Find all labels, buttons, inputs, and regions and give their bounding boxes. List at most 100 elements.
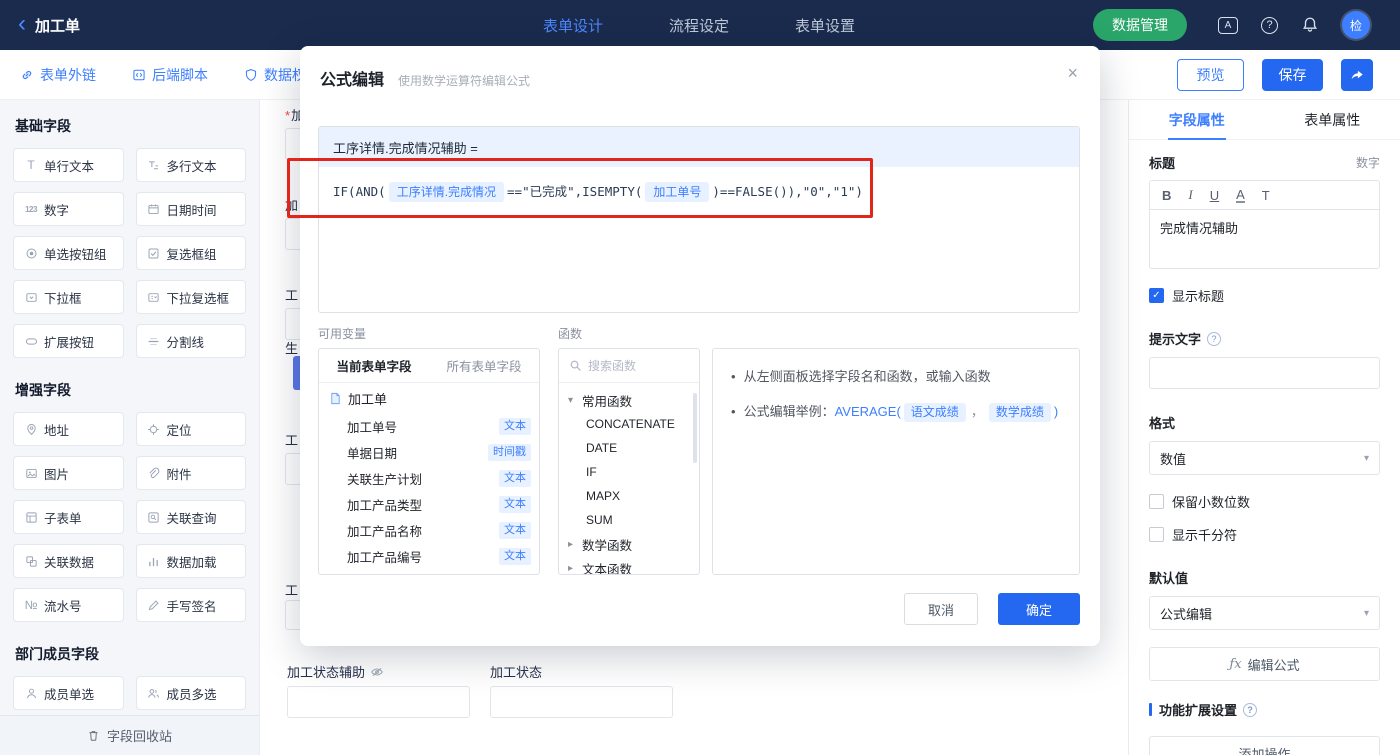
variable-item[interactable]: 加工产品名称 文本	[319, 517, 539, 543]
field-palette-item[interactable]: 复选框组	[135, 236, 246, 270]
toolbar-link[interactable]: 数据权	[244, 65, 306, 85]
hint-input[interactable]	[1149, 357, 1380, 389]
edit-formula-button[interactable]: ƒx 编辑公式	[1149, 647, 1380, 681]
keep-decimal-checkbox[interactable]	[1149, 494, 1164, 509]
single-line-text-icon: T	[27, 158, 35, 172]
toolbar-link-label: 后端脚本	[152, 67, 208, 83]
field-palette-label: 图片	[44, 467, 70, 482]
underline-button[interactable]: U	[1210, 188, 1219, 203]
bold-button[interactable]: B	[1162, 188, 1171, 203]
function-item[interactable]: CONCATENATE	[559, 412, 699, 436]
field-palette-item[interactable]: 下拉框	[13, 280, 124, 314]
function-group[interactable]: ▸ 文本函数	[559, 556, 699, 575]
function-group[interactable]: ▸ 数学函数	[559, 532, 699, 556]
app-root: ‹ 加工单 表单设计 流程设定 表单设置 数据管理 A ? 检 表单外链 后端脚本 数据…	[0, 0, 1400, 755]
field-token[interactable]: 工序详情.完成情况	[388, 182, 505, 202]
field-grid: 成员单选 成员多选	[13, 676, 246, 710]
function-item[interactable]: IF	[559, 460, 699, 484]
formula-input-area[interactable]: IF(AND(工序详情.完成情况 =="已完成",ISEMPTY(加工单号)==F…	[319, 167, 1079, 217]
field-palette-item[interactable]: T 单行文本	[13, 148, 124, 182]
field-palette-item[interactable]: 扩展按钮	[13, 324, 124, 358]
scrollbar-thumb[interactable]	[693, 393, 697, 463]
tab-field-properties[interactable]: 字段属性	[1129, 100, 1265, 139]
field-palette-item[interactable]: 下拉复选框	[135, 280, 246, 314]
format-select[interactable]: 数值 ▾	[1149, 441, 1380, 475]
variable-item[interactable]: 单据日期 时间戳	[319, 439, 539, 465]
add-action-button[interactable]: 添加操作	[1149, 736, 1380, 755]
variables-root-label: 加工单	[348, 391, 388, 407]
field-palette-item[interactable]: 多行文本	[135, 148, 246, 182]
field-palette-item[interactable]: 附件	[135, 456, 246, 490]
close-icon[interactable]: ×	[1067, 64, 1078, 82]
function-item[interactable]: MAPX	[559, 484, 699, 508]
confirm-button[interactable]: 确定	[998, 593, 1080, 625]
extension-help-icon[interactable]: ?	[1243, 702, 1258, 717]
field-token[interactable]: 加工单号	[645, 182, 710, 202]
eye-off-icon[interactable]	[370, 665, 384, 679]
field-palette-item[interactable]: 关联数据	[13, 544, 124, 578]
field-palette-item[interactable]: 数据加载	[135, 544, 246, 578]
field-label: 加工状态	[490, 665, 543, 680]
variables-tab[interactable]: 当前表单字段	[319, 349, 429, 382]
function-group[interactable]: ▾ 常用函数	[559, 388, 699, 412]
variables-tab[interactable]: 所有表单字段	[429, 349, 539, 382]
field-label-fragment: 工	[285, 433, 299, 448]
toolbar-link[interactable]: 后端脚本	[132, 65, 208, 85]
field-palette-item[interactable]: 成员单选	[13, 676, 124, 710]
variables-panel: 当前表单字段 所有表单字段 加工单 加工单号 文本 单据日期 时间戳 关联生产计划 文本 加工…	[318, 348, 540, 575]
preview-button[interactable]: 预览	[1177, 59, 1244, 91]
field-palette-item[interactable]: 地址	[13, 412, 124, 446]
chevron-down-icon: ▾	[568, 394, 574, 406]
title-textarea[interactable]: 完成情况辅助	[1149, 209, 1380, 269]
back-icon[interactable]: ‹	[18, 11, 26, 36]
field-palette-item[interactable]: 手写签名	[135, 588, 246, 622]
variable-item[interactable]: 加工单号 文本	[319, 413, 539, 439]
field-palette-label: 下拉框	[44, 291, 82, 306]
toolbar-link[interactable]: 表单外链	[20, 65, 96, 85]
save-button[interactable]: 保存	[1262, 59, 1323, 91]
hint-help-icon[interactable]: ?	[1207, 331, 1222, 346]
keep-decimal-label: 保留小数位数	[1172, 495, 1251, 510]
field-palette-item[interactable]: № 流水号	[13, 588, 124, 622]
function-search-input[interactable]	[588, 358, 678, 373]
share-button[interactable]	[1341, 59, 1373, 91]
field-palette-item[interactable]: 子表单	[13, 500, 124, 534]
form-field-input[interactable]	[490, 686, 673, 718]
variable-item[interactable]: 加工产品编号 文本	[319, 543, 539, 569]
italic-button[interactable]: I	[1188, 187, 1192, 203]
field-palette-item[interactable]: 关联查询	[135, 500, 246, 534]
thousand-separator-checkbox[interactable]	[1149, 527, 1164, 542]
font-color-button[interactable]: A	[1236, 188, 1245, 203]
notification-bell-icon[interactable]	[1301, 16, 1319, 34]
form-field-input[interactable]	[287, 686, 470, 718]
avatar[interactable]: 检	[1342, 11, 1370, 39]
variable-type-badge: 文本	[499, 495, 531, 513]
variable-item[interactable]: 关联生产计划 文本	[319, 465, 539, 491]
field-palette-label: 地址	[44, 423, 70, 438]
field-palette-item[interactable]: 日期时间	[135, 192, 246, 226]
help-icon[interactable]: ?	[1261, 16, 1278, 34]
function-item[interactable]: DATE	[559, 436, 699, 460]
data-manage-button[interactable]: 数据管理	[1093, 9, 1187, 41]
function-item[interactable]: SUM	[559, 508, 699, 532]
topbar-tab[interactable]: 表单设计	[543, 15, 603, 36]
field-palette-item[interactable]: 成员多选	[135, 676, 246, 710]
variables-root-node[interactable]: 加工单	[319, 383, 539, 413]
field-palette-item[interactable]: 图片	[13, 456, 124, 490]
default-value-select[interactable]: 公式编辑 ▾	[1149, 596, 1380, 630]
field-palette-item[interactable]: 单选按钮组	[13, 236, 124, 270]
topbar-tab[interactable]: 流程设定	[669, 15, 729, 36]
field-palette-item[interactable]: 分割线	[135, 324, 246, 358]
section-accent-bar	[1149, 703, 1152, 716]
tab-form-properties[interactable]: 表单属性	[1265, 100, 1400, 139]
language-icon[interactable]: A	[1218, 16, 1238, 34]
field-palette-item[interactable]: 123 数字	[13, 192, 124, 226]
add-action-label: 添加操作	[1238, 746, 1291, 755]
cancel-button[interactable]: 取消	[904, 593, 978, 625]
font-size-button[interactable]: T	[1262, 188, 1270, 203]
field-palette-item[interactable]: 定位	[135, 412, 246, 446]
topbar-tab[interactable]: 表单设置	[795, 15, 855, 36]
variable-item[interactable]: 加工产品类型 文本	[319, 491, 539, 517]
field-recycle-bin[interactable]: 字段回收站	[0, 715, 259, 755]
show-title-checkbox[interactable]: ✓	[1149, 288, 1164, 303]
